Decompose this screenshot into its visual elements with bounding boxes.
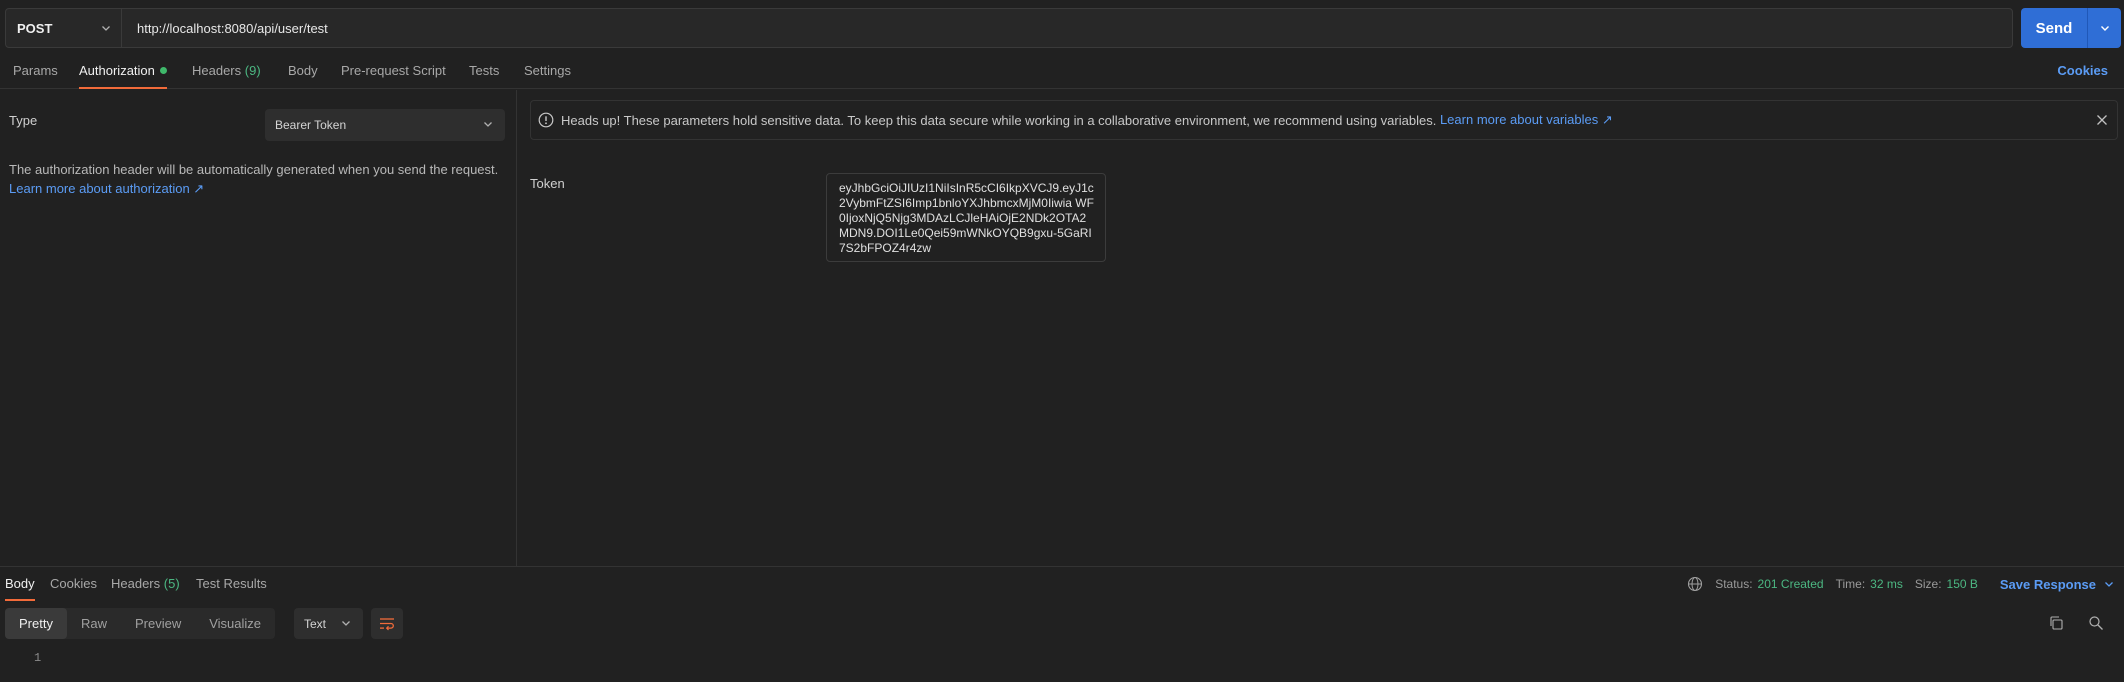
- method-label: POST: [17, 20, 53, 36]
- cookies-link[interactable]: Cookies: [2057, 63, 2108, 78]
- response-view-modes: Pretty Raw Preview Visualize: [5, 608, 276, 639]
- close-icon[interactable]: [2095, 113, 2109, 130]
- method-select[interactable]: POST: [6, 9, 122, 47]
- response-status-bar: Status: 201 Created Time: 32 ms Size: 15…: [1687, 576, 2114, 592]
- chevron-down-icon: [341, 617, 351, 631]
- auth-description: The authorization header will be automat…: [9, 160, 509, 198]
- chevron-down-icon: [483, 118, 493, 132]
- wrap-lines-icon: [379, 617, 395, 631]
- tab-body[interactable]: Body: [288, 63, 318, 89]
- url-input[interactable]: [122, 9, 2012, 47]
- info-icon: [538, 112, 554, 128]
- response-format-value: Text: [304, 616, 327, 631]
- time-value: 32 ms: [1870, 577, 1903, 591]
- token-label: Token: [530, 176, 565, 191]
- auth-type-select[interactable]: Bearer Token: [265, 109, 505, 141]
- request-tabs: Params Authorization Headers (9) Body Pr…: [0, 58, 2124, 89]
- status-value: 201 Created: [1757, 577, 1824, 591]
- view-raw-button[interactable]: Raw: [67, 608, 121, 639]
- send-button[interactable]: Send: [2021, 8, 2121, 48]
- type-label: Type: [9, 113, 38, 128]
- size-label: Size:: [1914, 577, 1942, 591]
- sensitive-data-banner: Heads up! These parameters hold sensitiv…: [530, 100, 2118, 140]
- save-response-button[interactable]: Save Response: [2000, 577, 2114, 592]
- token-input[interactable]: eyJhbGciOiJIUzI1NiIsInR5cCI6IkpXVCJ9.eyJ…: [826, 173, 1106, 262]
- search-icon[interactable]: [2088, 615, 2104, 631]
- tab-params[interactable]: Params: [13, 63, 58, 89]
- wrap-lines-button[interactable]: [371, 608, 403, 639]
- response-tab-cookies[interactable]: Cookies: [50, 576, 97, 601]
- tab-headers[interactable]: Headers (9): [192, 63, 261, 89]
- auth-description-text: The authorization header will be automat…: [9, 162, 499, 177]
- chevron-down-icon[interactable]: [2088, 23, 2121, 33]
- send-label: Send: [2035, 19, 2073, 37]
- chevron-down-icon: [2104, 579, 2114, 589]
- response-tab-test-results[interactable]: Test Results: [196, 576, 267, 601]
- globe-icon[interactable]: [1687, 576, 1703, 592]
- auth-type-pane: Type Bearer Token The authorization head…: [0, 90, 517, 566]
- active-dot-icon: [159, 67, 167, 74]
- copy-icon[interactable]: [2048, 615, 2064, 631]
- view-preview-button[interactable]: Preview: [121, 608, 195, 639]
- view-pretty-button[interactable]: Pretty: [5, 608, 67, 639]
- banner-text: Heads up! These parameters hold sensitiv…: [561, 112, 1437, 128]
- response-tab-headers[interactable]: Headers (5): [111, 576, 180, 601]
- learn-more-authorization-link[interactable]: Learn more about authorization ↗: [9, 179, 509, 198]
- line-number: 1: [34, 651, 42, 665]
- view-visualize-button[interactable]: Visualize: [195, 608, 275, 639]
- size-value: 150 B: [1946, 577, 1978, 591]
- request-url-bar: POST: [5, 8, 2013, 48]
- tab-tests[interactable]: Tests: [469, 63, 499, 89]
- tab-settings[interactable]: Settings: [524, 63, 571, 89]
- status-label: Status:: [1715, 577, 1753, 591]
- learn-more-variables-link[interactable]: Learn more about variables ↗: [1440, 112, 1613, 128]
- response-pane: Body Cookies Headers (5) Test Results St…: [0, 566, 2124, 682]
- tab-authorization[interactable]: Authorization: [79, 63, 167, 89]
- response-format-select[interactable]: Text: [294, 608, 363, 639]
- chevron-down-icon: [101, 21, 111, 36]
- auth-type-value: Bearer Token: [275, 118, 347, 132]
- tab-pre-request-script[interactable]: Pre-request Script: [341, 63, 446, 89]
- response-tab-body[interactable]: Body: [5, 576, 35, 601]
- time-label: Time:: [1835, 577, 1866, 591]
